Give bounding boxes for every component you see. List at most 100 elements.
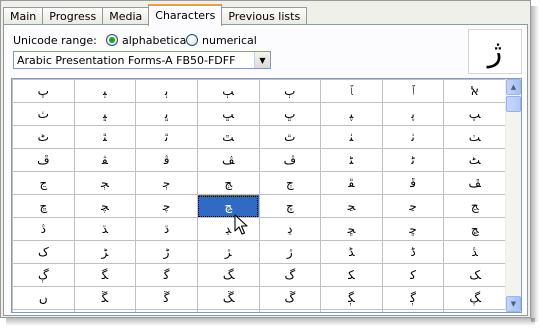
grid-cell[interactable]: ﮈ	[381, 240, 445, 264]
grid-cell[interactable]: ﭝ	[73, 102, 137, 126]
scroll-thumb[interactable]	[506, 96, 521, 112]
grid-cell[interactable]: ﮙ	[320, 286, 383, 310]
grid-cell[interactable]: ﮋ	[196, 240, 260, 264]
grid-cell[interactable]: ﮕ	[73, 263, 137, 287]
tab-main[interactable]: Main	[3, 7, 44, 25]
grid-cell[interactable]: ﮀ	[381, 217, 445, 241]
grid-cell[interactable]: ﮆ	[12, 217, 75, 241]
grid-cell[interactable]: ﭑ	[320, 79, 383, 103]
grid-cell[interactable]: ﭺ	[258, 194, 322, 218]
grid-cell[interactable]: ﮁ	[320, 217, 383, 241]
grid-cell[interactable]: ﮓ	[196, 263, 260, 287]
grid-cell[interactable]: ﮦ	[12, 309, 75, 312]
grid-cell[interactable]: ﭱ	[320, 171, 383, 195]
vertical-scrollbar[interactable]: ▲ ▼	[505, 79, 521, 312]
grid-cell[interactable]: ﭲ	[258, 171, 322, 195]
unicode-block-select[interactable]: Arabic Presentation Forms-A FB50-FDFF ▼	[13, 51, 271, 69]
grid-cell[interactable]: ﮑ	[320, 263, 383, 287]
grid-cell[interactable]: ﭼ	[135, 194, 198, 218]
grid-cell[interactable]: ﭬ	[135, 148, 198, 172]
grid-cell[interactable]: ﮅ	[73, 217, 137, 241]
grid-cell[interactable]: ﮘ	[381, 286, 445, 310]
grid-cell[interactable]: ﭜ	[135, 102, 198, 126]
grid-cell[interactable]: ﮥ	[73, 309, 137, 312]
grid-cell[interactable]: ﮎ	[12, 240, 75, 264]
grid-cell[interactable]: ﭟ	[443, 125, 506, 149]
grid-cell[interactable]: ﭩ	[320, 148, 383, 172]
grid-cell[interactable]: ﮌ	[135, 240, 198, 264]
grid-cell[interactable]: ﭒ	[258, 79, 322, 103]
grid-cell[interactable]: ﭸ	[381, 194, 445, 218]
tab-progress[interactable]: Progress	[42, 7, 104, 25]
grid-cell[interactable]: ﮇ	[443, 240, 506, 264]
grid-cell[interactable]: ﭴ	[135, 171, 198, 195]
grid-cell[interactable]: ﮟ	[443, 309, 506, 312]
grid-cell[interactable]: ﮤ	[135, 309, 198, 312]
grid-cell[interactable]: ﭗ	[443, 102, 506, 126]
grid-cell[interactable]: ﭓ	[196, 79, 260, 103]
grid-cell[interactable]: ﮂ	[258, 217, 322, 241]
grid-cell[interactable]: ﭨ	[381, 148, 445, 172]
grid-cell[interactable]: ﭫ	[196, 148, 260, 172]
grid-cell[interactable]: ﭚ	[258, 102, 322, 126]
grid-cell[interactable]: ﭷ	[443, 194, 506, 218]
grid-cell[interactable]: ﭧ	[443, 148, 506, 172]
tab-characters[interactable]: Characters	[148, 4, 223, 26]
grid-cell[interactable]: ﭐ	[381, 79, 445, 103]
grid-cell[interactable]: ﭣ	[196, 125, 260, 149]
grid-cell[interactable]: ﮗ	[443, 286, 506, 310]
numerical-radio-label[interactable]: numerical	[202, 34, 257, 47]
grid-cell[interactable]: ﭳ	[196, 171, 260, 195]
grid-cell[interactable]: ﮠ	[381, 309, 445, 312]
grid-cell[interactable]: ﭵ	[73, 171, 137, 195]
grid-cell[interactable]: ﮚ	[258, 286, 322, 310]
grid-cell[interactable]: ﮄ	[135, 217, 198, 241]
grid-cell[interactable]: ﮛ	[196, 286, 260, 310]
scroll-up-arrow-icon[interactable]: ▲	[506, 79, 521, 95]
grid-cell[interactable]: ﮢ	[258, 309, 322, 312]
grid-cell[interactable]: ﮝ	[73, 286, 137, 310]
grid-cell[interactable]: ﭮ	[12, 148, 75, 172]
grid-cell[interactable]: ﭏ	[443, 79, 506, 103]
scroll-down-arrow-icon[interactable]: ▼	[506, 296, 521, 312]
alphabetical-radio[interactable]	[106, 34, 118, 46]
grid-cell[interactable]: ﮉ	[320, 240, 383, 264]
numerical-radio[interactable]	[186, 34, 198, 46]
grid-cell[interactable]: ﭭ	[73, 148, 137, 172]
grid-cell[interactable]: ﮡ	[320, 309, 383, 312]
alphabetical-radio-label[interactable]: alphabetical	[122, 34, 189, 47]
grid-cell[interactable]: ﭙ	[320, 102, 383, 126]
grid-cell[interactable]: ﮒ	[258, 263, 322, 287]
grid-cell[interactable]: ﮐ	[381, 263, 445, 287]
grid-cell[interactable]: ﭰ	[381, 171, 445, 195]
tab-media[interactable]: Media	[102, 7, 150, 25]
grid-cell[interactable]: ﮜ	[135, 286, 198, 310]
grid-cell[interactable]: ﭢ	[258, 125, 322, 149]
grid-cell[interactable]: ﮞ	[12, 286, 75, 310]
grid-cell[interactable]: ﭾ	[12, 194, 75, 218]
grid-cell[interactable]: ﮏ	[443, 263, 506, 287]
grid-cell[interactable]: ﭕ	[73, 79, 137, 103]
grid-cell[interactable]: ﭘ	[381, 102, 445, 126]
tab-previous-lists[interactable]: Previous lists	[221, 7, 308, 25]
grid-cell[interactable]: ﭹ	[320, 194, 383, 218]
grid-cell[interactable]: ﭖ	[12, 79, 75, 103]
grid-cell[interactable]: ﮣ	[196, 309, 260, 312]
grid-cell[interactable]: ﭡ	[320, 125, 383, 149]
grid-cell[interactable]: ﭦ	[12, 125, 75, 149]
grid-cell[interactable]: ﭛ	[196, 102, 260, 126]
grid-cell[interactable]: ﭞ	[12, 102, 75, 126]
grid-cell[interactable]: ﮊ	[258, 240, 322, 264]
grid-cell[interactable]: ﮍ	[73, 240, 137, 264]
grid-cell[interactable]: ﭯ	[443, 171, 506, 195]
grid-cell[interactable]: ﭔ	[135, 79, 198, 103]
grid-cell[interactable]: ﭠ	[381, 125, 445, 149]
grid-cell[interactable]: ﭶ	[12, 171, 75, 195]
grid-cell[interactable]: ﮔ	[135, 263, 198, 287]
grid-cell[interactable]: ﭥ	[73, 125, 137, 149]
grid-cell[interactable]: ﭽ	[73, 194, 137, 218]
grid-cell[interactable]: ﮖ	[12, 263, 75, 287]
grid-cell[interactable]: ﭪ	[258, 148, 322, 172]
dropdown-arrow-icon[interactable]: ▼	[254, 52, 270, 68]
grid-cell[interactable]: ﭿ	[443, 217, 506, 241]
